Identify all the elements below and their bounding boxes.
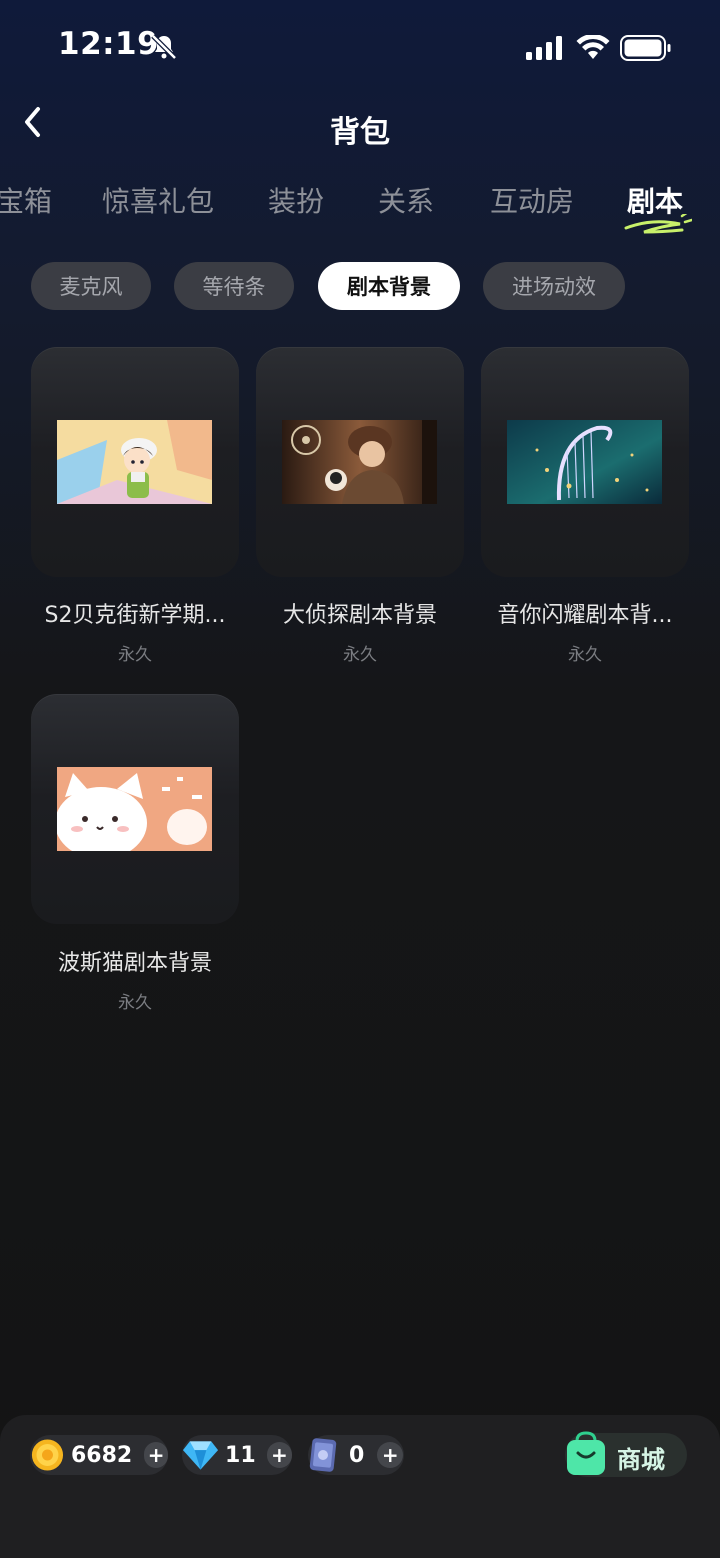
diamond-icon — [182, 1441, 219, 1470]
status-bar: 12:19 — [0, 0, 720, 95]
wifi-icon — [576, 35, 610, 59]
item-thumbnail — [282, 420, 437, 504]
cellular-signal-icon — [526, 36, 562, 60]
card-balance: 0 + — [308, 1435, 404, 1475]
card-icon — [309, 1438, 337, 1472]
add-coins-button[interactable]: + — [144, 1442, 168, 1468]
item-card[interactable] — [481, 347, 689, 577]
item-name: 音你闪耀剧本背... — [497, 603, 673, 628]
item-thumbnail — [57, 420, 212, 504]
item-duration: 永久 — [568, 645, 602, 665]
tab-relationship[interactable]: 关系 — [378, 180, 434, 220]
coin-count: 6682 — [70, 1442, 133, 1468]
category-tabs: 宝箱 惊喜礼包 装扮 关系 互动房 剧本 — [0, 180, 720, 235]
item-card[interactable] — [256, 347, 464, 577]
page-title: 背包 — [330, 115, 390, 150]
shopping-bag-icon — [567, 1431, 605, 1475]
subcategory-chips: 麦克风 等待条 剧本背景 进场动效 — [0, 262, 720, 312]
coin-icon — [31, 1439, 64, 1471]
tab-chest[interactable]: 宝箱 — [0, 180, 52, 220]
item-name: 波斯猫剧本背景 — [57, 951, 212, 976]
diamond-count: 11 — [225, 1442, 256, 1468]
item-thumbnail — [57, 767, 212, 851]
bell-muted-icon — [151, 34, 177, 60]
chip-entrance-effect[interactable]: 进场动效 — [483, 262, 625, 310]
tab-interactive-room[interactable]: 互动房 — [490, 180, 574, 220]
item-card[interactable] — [31, 694, 239, 924]
item-name: S2贝克街新学期... — [44, 603, 226, 628]
nav-bar: 背包 — [0, 95, 720, 160]
wallet-footer: 6682 + 11 + 0 + 商城 — [0, 1415, 720, 1558]
status-time: 12:19 — [58, 26, 160, 62]
tab-dressup[interactable]: 装扮 — [268, 180, 324, 220]
battery-icon — [620, 35, 671, 61]
shop-button[interactable]: 商城 — [565, 1431, 687, 1477]
diamond-balance: 11 + — [182, 1435, 292, 1475]
item-name: 大侦探剧本背景 — [282, 603, 437, 628]
item-thumbnail — [507, 420, 662, 504]
chip-microphone[interactable]: 麦克风 — [31, 262, 151, 310]
shop-label: 商城 — [617, 1446, 665, 1474]
item-duration: 永久 — [118, 993, 152, 1013]
tab-surprise-gift[interactable]: 惊喜礼包 — [102, 180, 214, 220]
card-count: 0 — [349, 1442, 365, 1468]
add-cards-button[interactable]: + — [377, 1442, 404, 1468]
coin-balance: 6682 + — [30, 1435, 168, 1475]
add-diamonds-button[interactable]: + — [266, 1442, 292, 1468]
item-duration: 永久 — [343, 645, 377, 665]
chip-script-background[interactable]: 剧本背景 — [318, 262, 460, 310]
chip-waiting-bar[interactable]: 等待条 — [174, 262, 294, 310]
item-card[interactable] — [31, 347, 239, 577]
active-tab-underline — [624, 214, 692, 234]
item-duration: 永久 — [118, 645, 152, 665]
